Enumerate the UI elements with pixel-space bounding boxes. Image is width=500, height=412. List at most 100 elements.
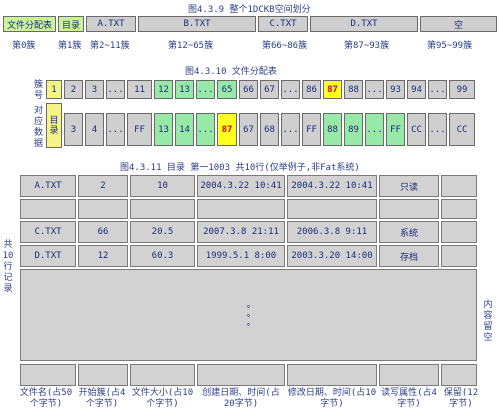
field-label: 修改日期、时间(占10字节) — [287, 388, 377, 409]
fat-cell: 93 — [386, 80, 405, 99]
fat-cell: CC — [407, 113, 426, 146]
area-d: D.TXT — [310, 16, 418, 32]
dir-cell: C.TXT — [20, 221, 76, 243]
dir-cell: A.TXT — [20, 175, 76, 197]
dir-cell: 10 — [130, 175, 195, 197]
fat-cell: 4 — [85, 113, 104, 146]
dir-cell: 66 — [78, 221, 128, 243]
fat-cell: FF — [127, 113, 152, 146]
area-free: 空 — [420, 16, 497, 32]
fat-cell: ... — [196, 80, 215, 99]
dir-cell — [379, 199, 439, 219]
fig2-caption: 图4.3.10 文件分配表 — [185, 67, 277, 77]
fat-cell: ... — [196, 113, 215, 146]
fat-cell: ... — [428, 113, 447, 146]
dir-cell — [20, 364, 76, 386]
area-fat-label: 文件分配表 — [6, 20, 52, 31]
fat-cell: 2 — [64, 80, 83, 99]
field-label: 文件名(占50个字节) — [19, 388, 73, 409]
fig1-caption: 图4.3.9 整个1DCKB空间划分 — [188, 5, 311, 15]
fat-cell: FF — [302, 113, 321, 146]
fat-cell: ... — [365, 80, 384, 99]
range-c: 第66~86簇 — [262, 41, 308, 51]
area-a-label: A.TXT — [97, 19, 125, 29]
dir-cell: 20.5 — [130, 221, 195, 243]
fat-cell: 88 — [344, 80, 363, 99]
fat-cell: 1 — [46, 80, 62, 99]
range-b: 第12~65簇 — [168, 41, 214, 51]
area-dir: 目录 — [58, 16, 84, 32]
fat-cell: 11 — [127, 80, 152, 99]
fat-cell: ... — [428, 80, 447, 99]
left-side-label: 共10行记录 — [2, 240, 14, 294]
area-c: C.TXT — [258, 16, 308, 32]
area-a: A.TXT — [86, 16, 136, 32]
fat-cell: 66 — [239, 80, 258, 99]
area-b-label: B.TXT — [183, 19, 211, 29]
fat-cell: ... — [281, 80, 300, 99]
dir-cell — [379, 364, 439, 386]
dir-cell: 12 — [78, 245, 128, 267]
field-label: 开始簇(占4个字节) — [78, 388, 126, 409]
range-free: 第95~99簇 — [427, 41, 473, 51]
range-a: 第2~11簇 — [90, 41, 130, 51]
dir-cell: 2006.3.8 9:11 — [287, 221, 377, 243]
dir-cell — [130, 199, 195, 219]
fat-cell: 14 — [175, 113, 194, 146]
dir-cell: 2007.3.8 21:11 — [197, 221, 285, 243]
dir-remaining-rows: ∘ ∘ ∘ — [20, 269, 477, 361]
dir-cell — [78, 364, 128, 386]
dir-cell — [441, 245, 477, 267]
dir-cell — [441, 221, 477, 243]
dir-cell — [78, 199, 128, 219]
dir-cell: 2004.3.22 10:41 — [197, 175, 285, 197]
fat-cell: 12 — [154, 80, 173, 99]
fat-cell: 3 — [85, 80, 104, 99]
range-dir: 第1簇 — [58, 41, 82, 51]
dir-cell — [441, 175, 477, 197]
fat-cell: 99 — [449, 80, 475, 99]
field-label: 文件大小(占10个字节) — [131, 388, 194, 409]
dir-cell — [287, 364, 377, 386]
fat-cell: ... — [106, 113, 125, 146]
dir-cell — [197, 199, 285, 219]
dir-cell: 2003.3.20 14:00 — [287, 245, 377, 267]
fat-cell: 68 — [260, 113, 279, 146]
fat-cell: ... — [106, 80, 125, 99]
fat-cell: 87 — [323, 80, 342, 99]
fat-cell: 67 — [239, 113, 258, 146]
dir-cell: 1999.5.1 8:00 — [197, 245, 285, 267]
fat-dir-text: 目录 — [49, 115, 59, 136]
field-label: 读写属性(占4字节) — [381, 388, 437, 409]
fat-cell: 86 — [302, 80, 321, 99]
fat-cell: 88 — [323, 113, 342, 146]
dir-cell: 2 — [78, 175, 128, 197]
fat-cell: FF — [386, 113, 405, 146]
fat-cell: 目录 — [46, 103, 62, 148]
fat-cell: 67 — [260, 80, 279, 99]
fat-cell: 3 — [64, 113, 83, 146]
fat-cell: 65 — [217, 80, 237, 99]
fig3-caption: 图4.3.11 目录 第一1003 共10行(仅举例子,非Fat系统) — [120, 163, 360, 173]
fat-row1-label: 簇号 — [33, 80, 43, 101]
field-label: 保留(12字节) — [443, 388, 479, 409]
area-dir-label: 目录 — [61, 20, 80, 31]
dir-cell — [20, 199, 76, 219]
range-d: 第87~93簇 — [344, 41, 390, 51]
fat-cell: 13 — [175, 80, 194, 99]
dir-cell — [197, 364, 285, 386]
area-fat: 文件分配表 — [3, 16, 56, 32]
dir-cell — [441, 364, 477, 386]
right-side-label: 内容留空 — [483, 300, 493, 343]
fat-cell: 94 — [407, 80, 426, 99]
dir-cell — [287, 199, 377, 219]
dir-cell — [441, 199, 477, 219]
range-fat: 第0簇 — [12, 41, 36, 51]
fat-row2-label: 对应数据 — [33, 106, 43, 149]
fat-cell: 13 — [154, 113, 173, 146]
area-c-label: C.TXT — [269, 19, 297, 29]
fat-cell: 87 — [217, 113, 237, 146]
fat-cell: ... — [281, 113, 300, 146]
dir-cell: 2004.3.22 10:41 — [287, 175, 377, 197]
area-b: B.TXT — [138, 16, 256, 32]
